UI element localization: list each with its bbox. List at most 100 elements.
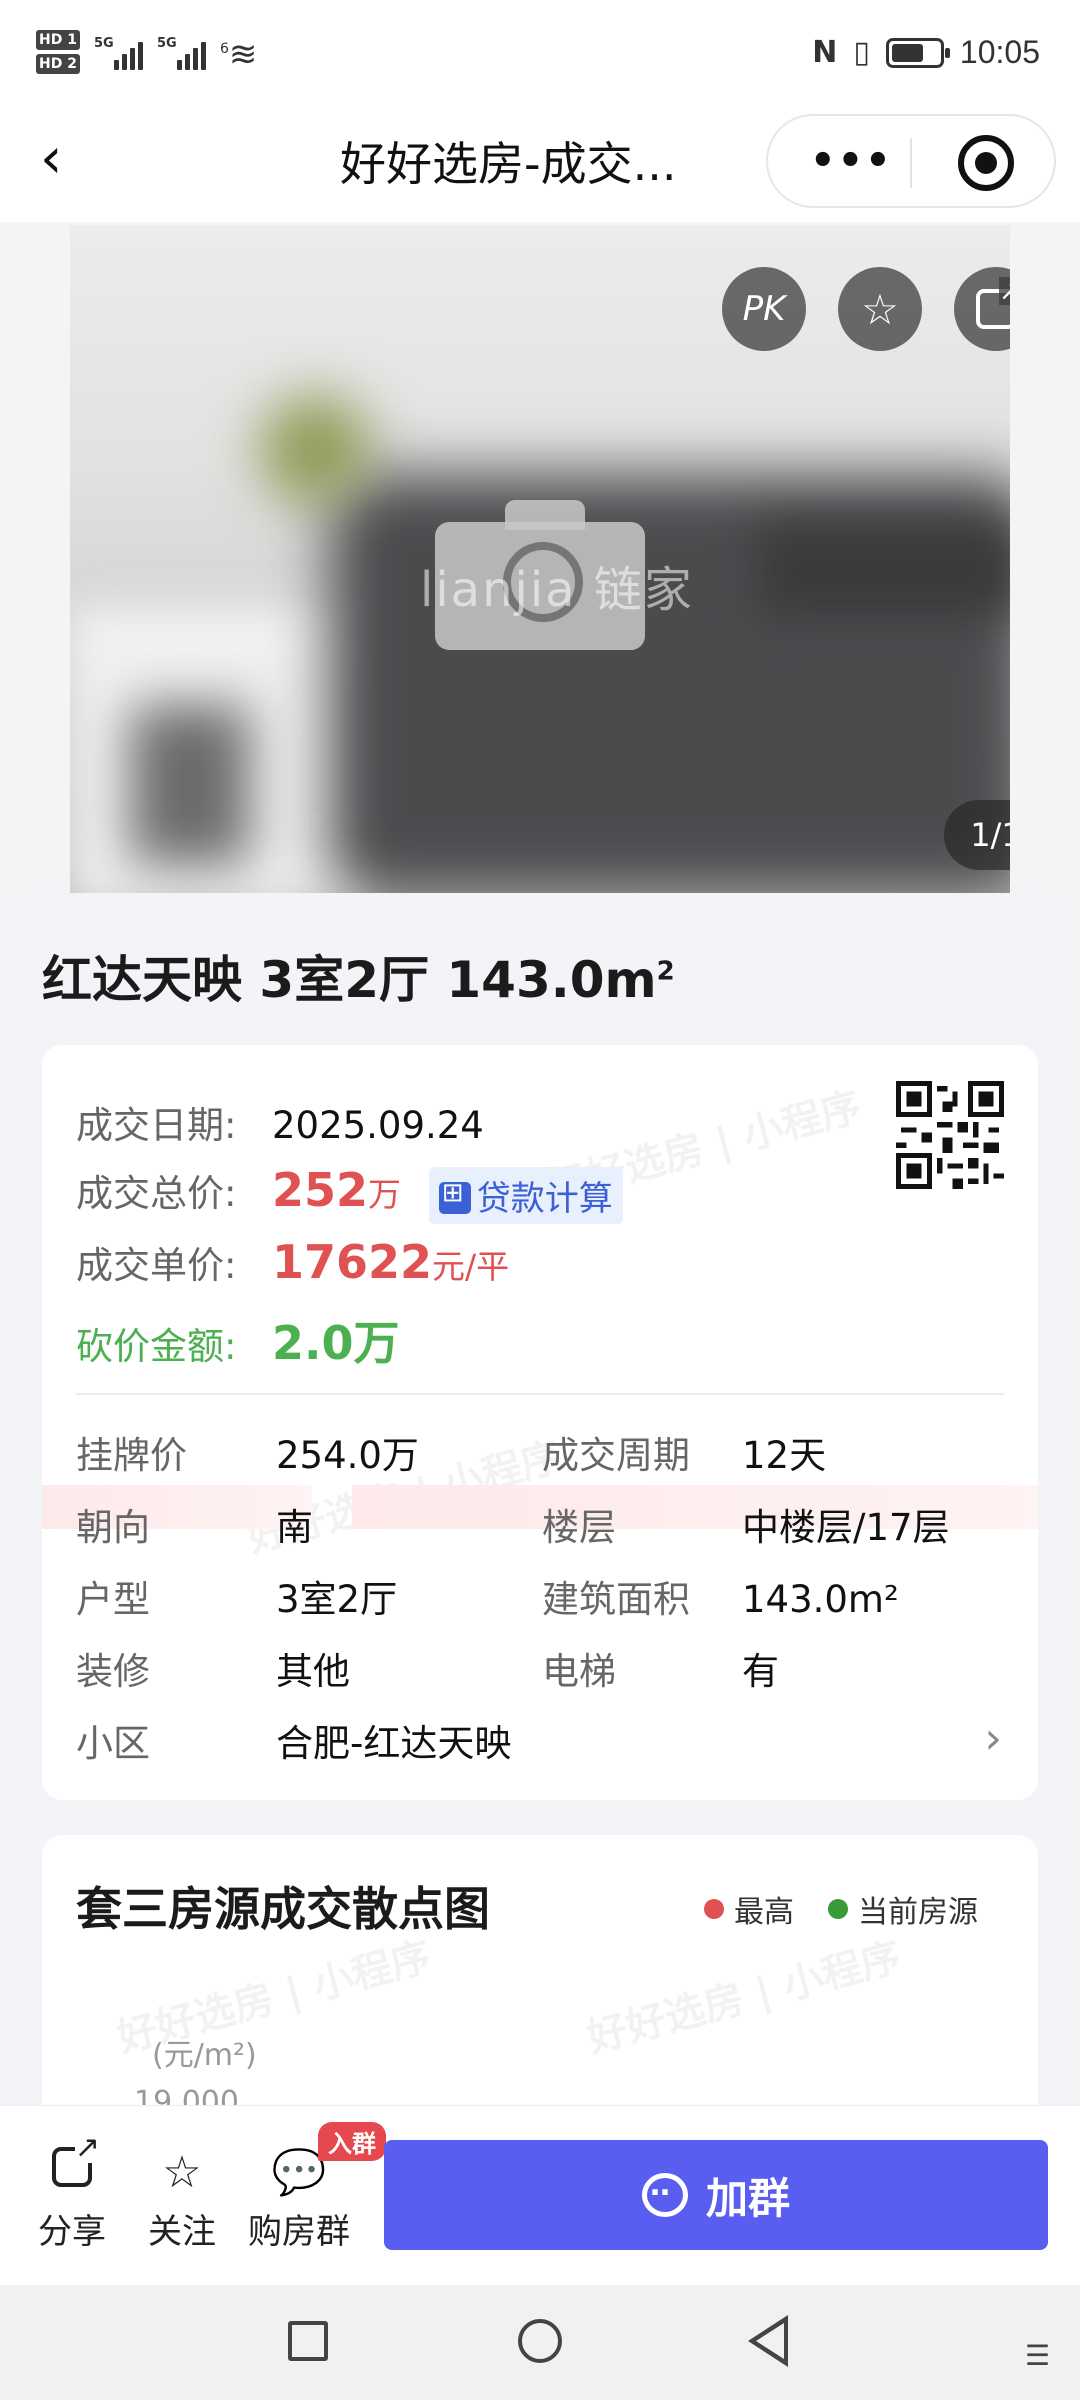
legend-current-label: 当前房源 — [858, 1895, 978, 1930]
battery-icon — [885, 37, 950, 68]
hd-indicator: HD 1 HD 2 — [36, 30, 80, 74]
follow-label: 关注 — [148, 2212, 216, 2252]
wifi-icon: 6≋ — [219, 34, 258, 75]
follow-action[interactable]: ☆ 关注 — [148, 2146, 216, 2253]
page-title: 好好选房-成交... — [340, 137, 677, 191]
legend-highest: 最高 — [704, 1887, 794, 1931]
scatter-legend: 最高 当前房源 — [704, 1887, 978, 1931]
home-icon[interactable] — [518, 2319, 562, 2363]
detail-label: 建筑面积 — [542, 1578, 690, 1621]
deal-unit-label: 成交单价: — [76, 1244, 237, 1287]
detail-label: 挂牌价 — [76, 1434, 187, 1477]
house-title-text: 红达天映 3室2厅 143.0m — [42, 951, 657, 1009]
detail-value: 其他 — [276, 1650, 350, 1693]
hd2-badge: HD 2 — [36, 54, 80, 74]
nav-bar: ‹ 好好选房-成交... ••• — [0, 100, 1080, 222]
hd1-badge: HD 1 — [36, 30, 80, 50]
detail-orientation: 朝向 南 — [76, 1497, 313, 1551]
clock: 10:05 — [959, 34, 1040, 70]
deal-total-unit: 万 — [368, 1175, 402, 1214]
detail-value: 143.0m² — [742, 1578, 899, 1621]
signal-icon-2: 5G — [157, 34, 206, 70]
sim2-label: 5G — [156, 36, 177, 51]
detail-floor: 楼层 中楼层/17层 — [542, 1497, 950, 1551]
deal-total-row: 成交总价: 252万 贷款计算 — [76, 1163, 623, 1224]
favorite-star-icon[interactable]: ☆ — [838, 267, 922, 351]
detail-community-link[interactable]: 小区 合肥-红达天映 — [76, 1713, 1006, 1767]
detail-deal-period: 成交周期 12天 — [542, 1425, 826, 1479]
miniprogram-capsule: ••• — [766, 114, 1056, 208]
bargain-value: 2.0万 — [272, 1316, 400, 1370]
back-icon[interactable]: ‹ — [40, 124, 62, 194]
detail-value: 254.0万 — [276, 1434, 419, 1477]
deal-unit-unit: 元/平 — [432, 1247, 510, 1286]
share-label: 分享 — [38, 2212, 106, 2252]
photo-watermark: lianjia 链家 — [420, 562, 694, 618]
legend-dot-green-icon — [828, 1899, 848, 1919]
detail-layout: 户型 3室2厅 — [76, 1569, 397, 1623]
house-title-sup: 2 — [656, 956, 675, 987]
detail-label: 朝向 — [76, 1506, 150, 1549]
detail-listing-price: 挂牌价 254.0万 — [76, 1425, 419, 1479]
system-nav-bar: ☰ — [0, 2285, 1080, 2400]
join-group-label: 加群 — [705, 2173, 790, 2223]
more-icon[interactable]: ••• — [810, 138, 893, 184]
detail-value: 合肥-红达天映 — [276, 1722, 512, 1765]
deal-total-label: 成交总价: — [76, 1172, 237, 1215]
detail-area: 建筑面积 143.0m² — [542, 1569, 899, 1623]
menu-icon[interactable]: ☰ — [1025, 2339, 1050, 2372]
chat-icon — [641, 2168, 688, 2217]
deal-date-label: 成交日期: — [76, 1104, 237, 1147]
capsule-divider — [910, 138, 912, 188]
photo-counter: 1/1 — [944, 800, 1010, 870]
deal-date-value: 2025.09.24 — [272, 1104, 484, 1147]
share-button[interactable] — [954, 267, 1010, 351]
deal-info-card: 好好选房 | 小程序 好好选房 | 小程序 成交日期:2025.09.24 成交… — [42, 1045, 1038, 1800]
qr-code-icon[interactable] — [896, 1081, 1004, 1189]
sim1-label: 5G — [93, 36, 114, 51]
scatter-title: 套三房源成交散点图 — [76, 1882, 490, 1936]
join-group-button[interactable]: 加群 — [384, 2140, 1048, 2250]
detail-value: 12天 — [742, 1434, 827, 1477]
share-icon — [38, 2133, 106, 2200]
join-group-badge: 入群 — [318, 2122, 386, 2161]
detail-label: 成交周期 — [542, 1434, 690, 1477]
house-title: 红达天映 3室2厅 143.0m2 — [42, 940, 675, 1012]
detail-label: 户型 — [76, 1578, 150, 1621]
share-icon — [976, 277, 1010, 329]
scatter-watermark-2: 好好选房 | 小程序 — [582, 1933, 906, 2062]
scatter-unit: (元/m²) — [152, 2038, 257, 2073]
detail-value: 有 — [742, 1650, 779, 1693]
legend-dot-red-icon — [704, 1899, 724, 1919]
bargain-label: 砍价金额: — [76, 1325, 237, 1368]
detail-label: 小区 — [76, 1722, 150, 1765]
detail-value: 3室2厅 — [276, 1578, 398, 1621]
bargain-row: 砍价金额: 2.0万 — [76, 1307, 400, 1373]
legend-highest-label: 最高 — [734, 1895, 794, 1930]
loan-calculator-label: 贷款计算 — [476, 1179, 613, 1219]
wifi-label: 6 — [219, 41, 229, 58]
deal-unit-value: 17622 — [272, 1235, 433, 1289]
screen: HD 1 HD 2 5G 5G 6≋ N ▯ 10:05 ‹ 好好选房-成交..… — [0, 0, 1080, 2400]
recent-apps-icon[interactable] — [288, 2321, 328, 2361]
vibrate-icon: ▯ — [853, 35, 870, 70]
divider — [76, 1393, 1004, 1395]
star-icon: ☆ — [162, 2147, 202, 2198]
house-photo[interactable]: lianjia 链家 PK ☆ 1/1 — [70, 225, 1010, 893]
chevron-right-icon[interactable]: › — [984, 1713, 1002, 1764]
legend-current: 当前房源 — [828, 1887, 978, 1931]
deal-total-value: 252 — [272, 1163, 369, 1217]
share-action[interactable]: 分享 — [38, 2133, 106, 2253]
detail-label: 装修 — [76, 1650, 150, 1693]
detail-value: 中楼层/17层 — [742, 1506, 950, 1549]
nfc-icon: N — [812, 35, 838, 70]
back-nav-icon[interactable] — [748, 2315, 788, 2367]
signal-icon: 5G — [94, 34, 143, 70]
calculator-icon — [438, 1178, 471, 1214]
pk-button[interactable]: PK — [722, 267, 806, 351]
close-miniprogram-icon[interactable] — [958, 135, 1014, 191]
detail-value: 南 — [276, 1506, 313, 1549]
deal-date-row: 成交日期: 2025.09.24 — [76, 1095, 484, 1149]
loan-calculator-button[interactable]: 贷款计算 — [428, 1167, 623, 1224]
house-group-action[interactable]: 💬 购房群 — [248, 2146, 350, 2253]
